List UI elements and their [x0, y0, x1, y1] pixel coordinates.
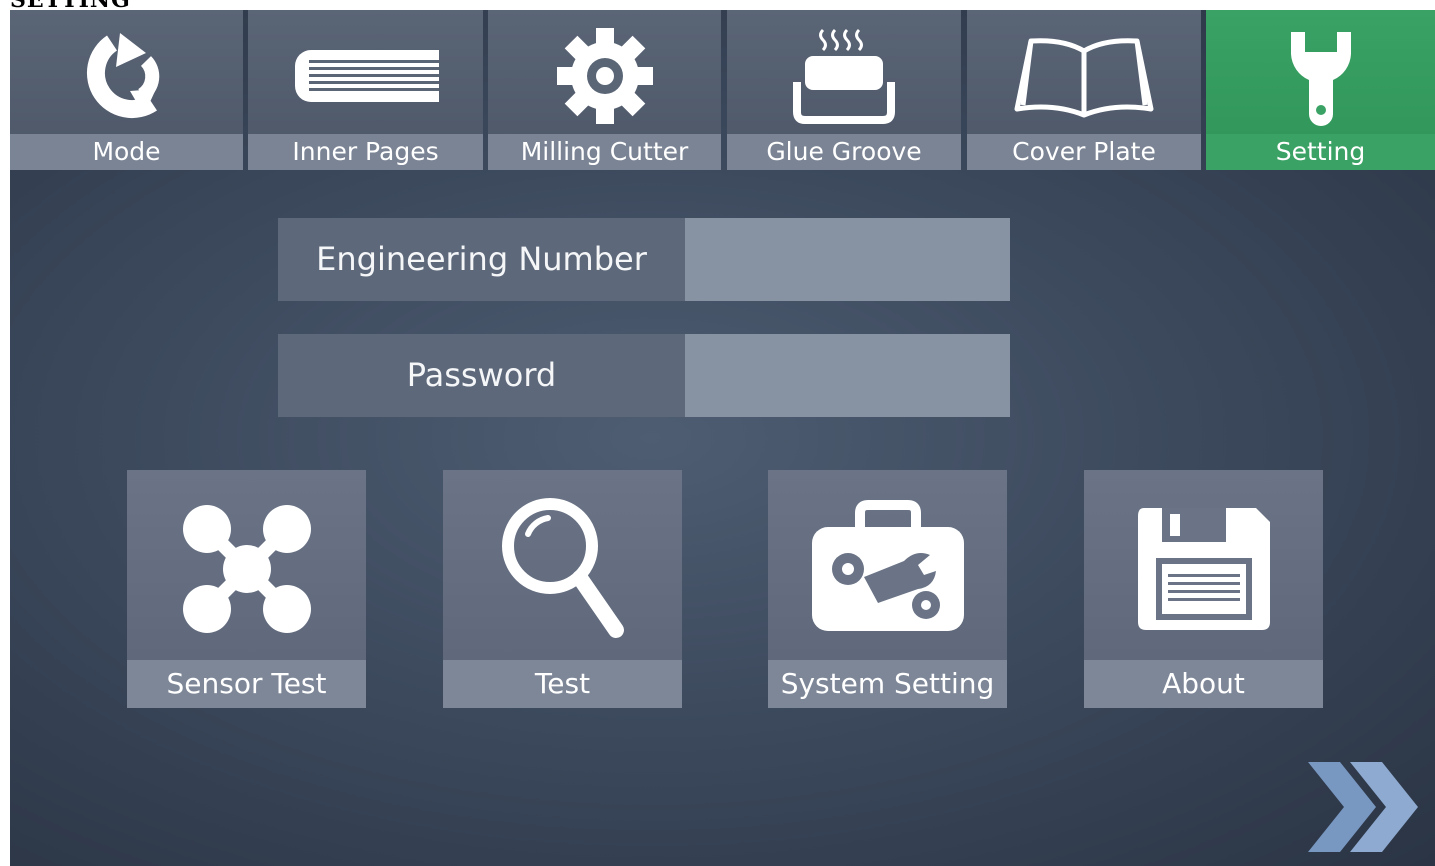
- password-label: Password: [278, 334, 685, 417]
- screen: Mode Inner Pages Milling Cutter Glue Gro…: [10, 10, 1435, 866]
- magnifier-icon: [443, 484, 682, 654]
- engineering-number-input[interactable]: [685, 218, 1010, 301]
- nav-label-cover-plate: Cover Plate: [967, 134, 1201, 170]
- nav-item-glue-groove[interactable]: Glue Groove: [727, 10, 961, 170]
- about-tile[interactable]: About: [1084, 470, 1323, 708]
- rotate-icon: [10, 18, 243, 134]
- nav-label-setting: Setting: [1206, 134, 1435, 170]
- sensor-network-icon: [127, 484, 366, 654]
- toolbox-icon: [768, 484, 1007, 654]
- engineering-number-row: Engineering Number: [278, 218, 1010, 301]
- double-chevron-right-icon: [1308, 762, 1418, 852]
- next-page-button[interactable]: [1304, 758, 1420, 856]
- password-row: Password: [278, 334, 1010, 417]
- nav-label-inner-pages: Inner Pages: [248, 134, 483, 170]
- password-input[interactable]: [685, 334, 1010, 417]
- glue-pot-icon: [727, 18, 961, 134]
- test-label: Test: [443, 660, 682, 708]
- test-tile[interactable]: Test: [443, 470, 682, 708]
- nav-item-mode[interactable]: Mode: [10, 10, 243, 170]
- nav-label-milling-cutter: Milling Cutter: [488, 134, 721, 170]
- nav-item-inner-pages[interactable]: Inner Pages: [248, 10, 483, 170]
- about-label: About: [1084, 660, 1323, 708]
- nav-label-mode: Mode: [10, 134, 243, 170]
- sensor-test-label: Sensor Test: [127, 660, 366, 708]
- nav-item-cover-plate[interactable]: Cover Plate: [967, 10, 1201, 170]
- nav-item-milling-cutter[interactable]: Milling Cutter: [488, 10, 721, 170]
- system-setting-tile[interactable]: System Setting: [768, 470, 1007, 708]
- nav-label-glue-groove: Glue Groove: [727, 134, 961, 170]
- system-setting-label: System Setting: [768, 660, 1007, 708]
- sensor-test-tile[interactable]: Sensor Test: [127, 470, 366, 708]
- top-nav: Mode Inner Pages Milling Cutter Glue Gro…: [10, 10, 1435, 170]
- wrench-icon: [1206, 18, 1435, 134]
- open-book-icon: [967, 18, 1201, 134]
- floppy-disk-icon: [1084, 484, 1323, 654]
- nav-item-setting[interactable]: Setting: [1206, 10, 1435, 170]
- gear-icon: [488, 18, 721, 134]
- engineering-number-label: Engineering Number: [278, 218, 685, 301]
- book-pages-icon: [248, 18, 483, 134]
